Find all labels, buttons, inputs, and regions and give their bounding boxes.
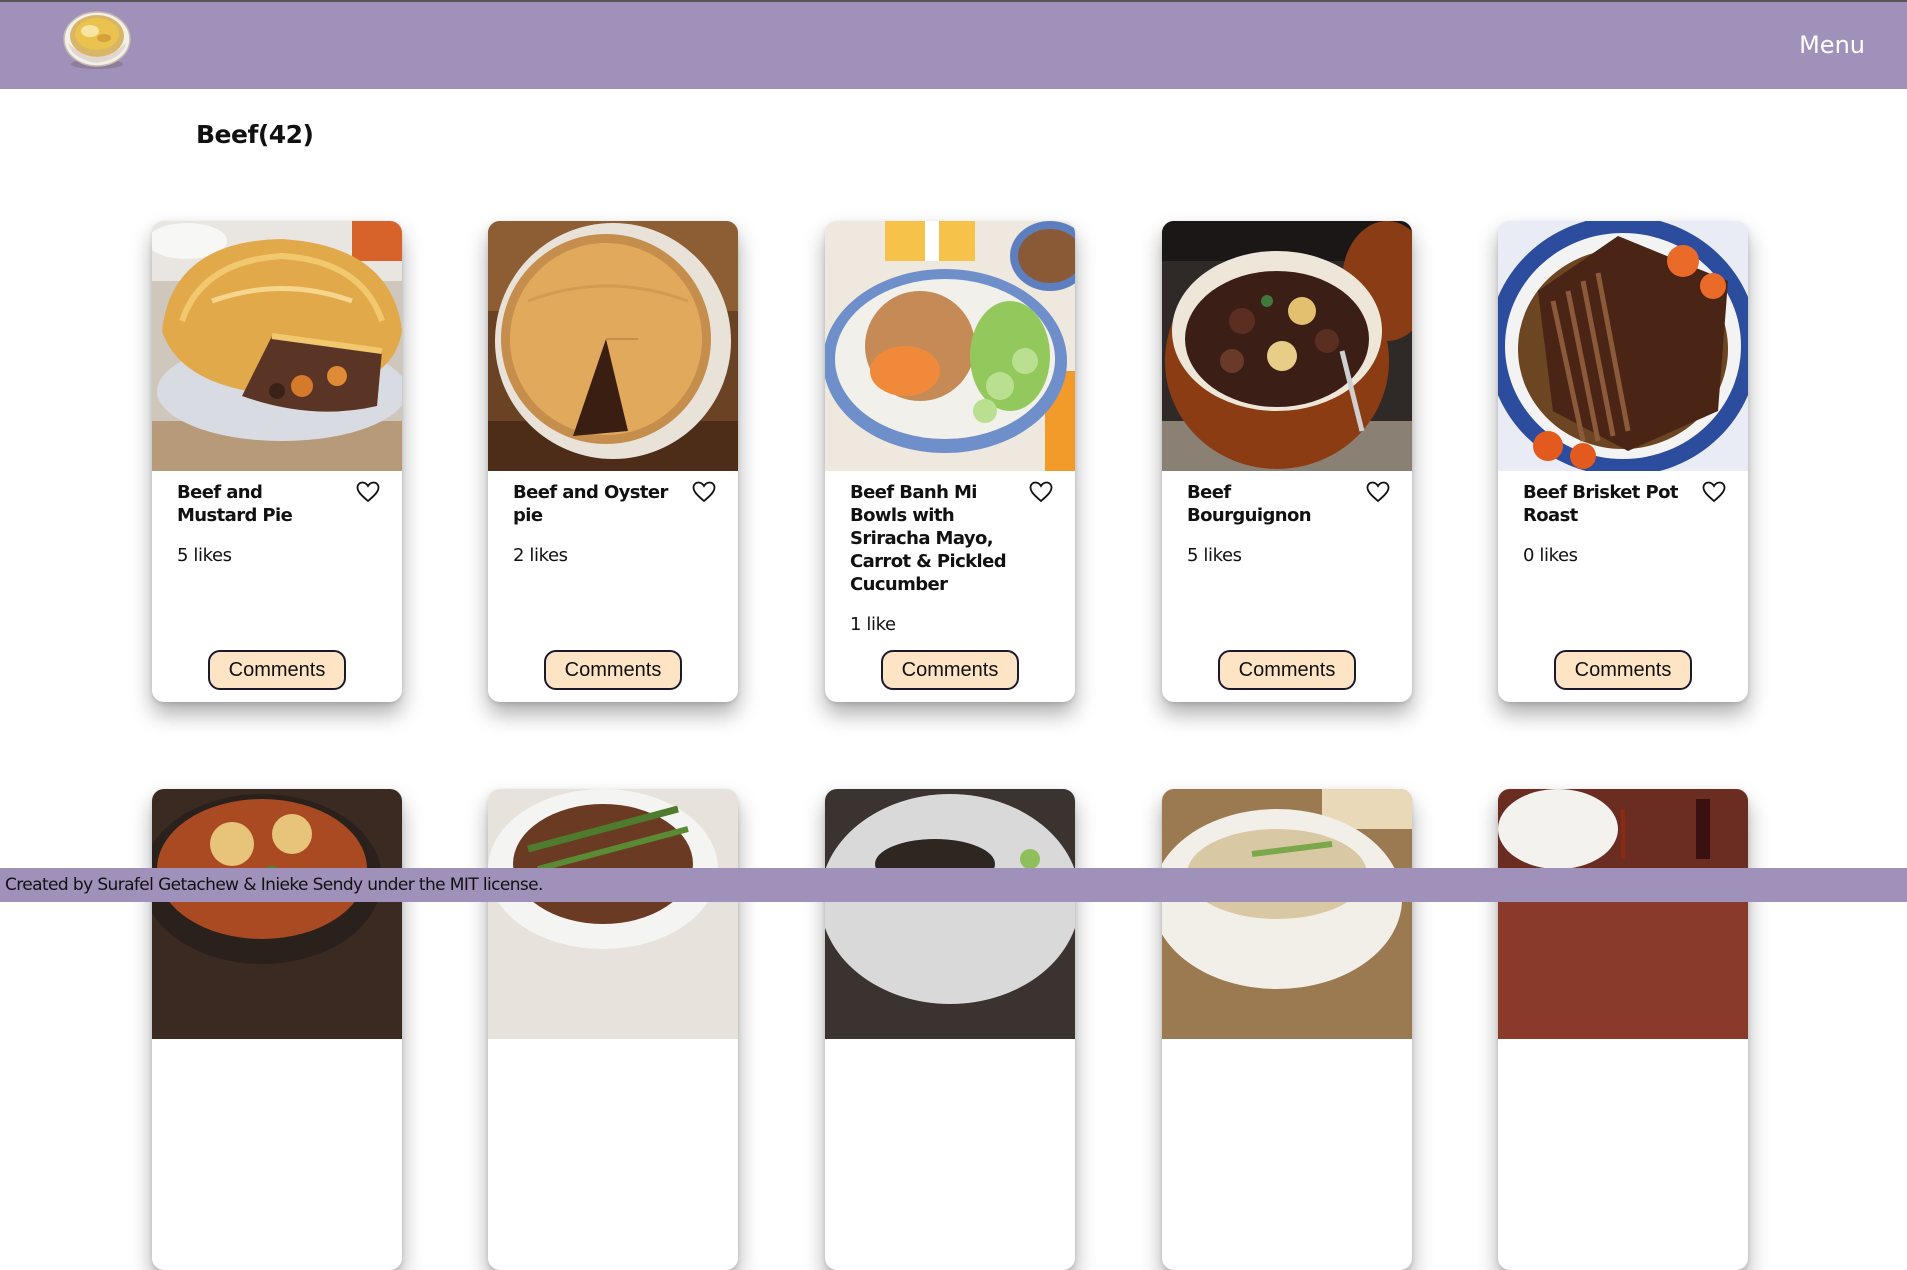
meal-image[interactable] [1498, 789, 1748, 1039]
meal-card [152, 789, 402, 1270]
likes-count: 2 likes [513, 545, 568, 566]
meal-image-beef-oyster-pie[interactable] [488, 221, 738, 471]
meal-card: Beef Bourguignon 5 likes Comments [1162, 221, 1412, 702]
meal-name: Beef Banh Mi Bowls with Sriracha Mayo, C… [850, 482, 1007, 595]
likes-count: 1 like [850, 614, 896, 635]
comments-button[interactable]: Comments [1554, 650, 1692, 690]
meal-card [1162, 789, 1412, 1270]
likes-count: 5 likes [1187, 545, 1242, 566]
meal-name: Beef Brisket Pot Roast [1523, 482, 1678, 526]
meal-card [1498, 789, 1748, 1270]
comments-button[interactable]: Comments [544, 650, 682, 690]
meal-card [488, 789, 738, 1270]
meal-card [825, 789, 1075, 1270]
comments-button[interactable]: Comments [1218, 650, 1356, 690]
footer-credits: Created by Surafel Getachew & Inieke Sen… [0, 868, 1907, 902]
meal-grid: Beef and Mustard Pie 5 likes Comments Be… [0, 0, 1907, 1270]
meal-image[interactable] [488, 789, 738, 1039]
meal-card: Beef Brisket Pot Roast 0 likes Comments [1498, 221, 1748, 702]
meal-image[interactable] [1162, 789, 1412, 1039]
heart-icon[interactable] [1366, 481, 1390, 503]
meal-name: Beef and Mustard Pie [177, 482, 293, 526]
comments-button[interactable]: Comments [208, 650, 346, 690]
likes-count: 5 likes [177, 545, 232, 566]
heart-icon[interactable] [1029, 481, 1053, 503]
likes-count: 0 likes [1523, 545, 1578, 566]
meal-image[interactable] [825, 789, 1075, 1039]
heart-icon[interactable] [356, 481, 380, 503]
meal-image-beef-bourguignon[interactable] [1162, 221, 1412, 471]
meal-card: Beef and Mustard Pie 5 likes Comments [152, 221, 402, 702]
meal-image-brisket-pot-roast[interactable] [1498, 221, 1748, 471]
heart-icon[interactable] [692, 481, 716, 503]
meal-card: Beef Banh Mi Bowls with Sriracha Mayo, C… [825, 221, 1075, 702]
meal-image-beef-mustard-pie[interactable] [152, 221, 402, 471]
heart-icon[interactable] [1702, 481, 1726, 503]
meal-name: Beef and Oyster pie [513, 482, 668, 526]
meal-image[interactable] [152, 789, 402, 1039]
meal-image-banh-mi-bowl[interactable] [825, 221, 1075, 471]
meal-card: Beef and Oyster pie 2 likes Comments [488, 221, 738, 702]
meal-name: Beef Bourguignon [1187, 482, 1312, 526]
comments-button[interactable]: Comments [881, 650, 1019, 690]
